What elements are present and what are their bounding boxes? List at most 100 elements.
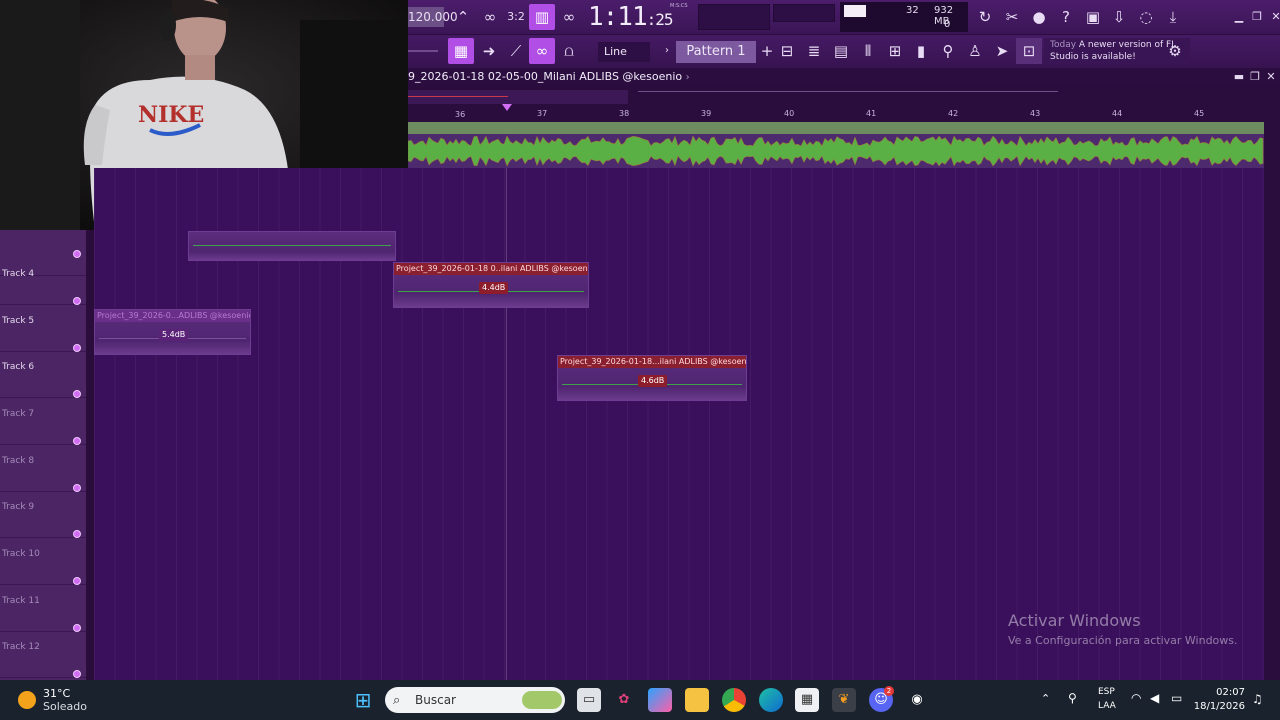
audio-clip[interactable] <box>188 231 396 261</box>
file-icon[interactable]: ▮ <box>908 38 934 64</box>
cart-icon[interactable]: ⊡ <box>1016 38 1042 64</box>
browser-icon[interactable]: ⊞ <box>882 38 908 64</box>
title-chevron-icon[interactable]: › <box>686 72 690 83</box>
chat-icon[interactable]: ◌ <box>1133 4 1159 30</box>
playhead-marker-icon[interactable] <box>502 104 512 111</box>
chrome-icon[interactable] <box>722 688 746 712</box>
obs-icon[interactable]: ◉ <box>905 688 929 712</box>
song-overview[interactable] <box>408 86 1280 106</box>
track-header[interactable]: Track 12 <box>0 632 86 678</box>
ruler-bar-label: 44 <box>1112 109 1123 118</box>
playlist-restore-icon[interactable]: ❐ <box>1248 68 1262 86</box>
link-icon[interactable]: ∞ <box>529 38 555 64</box>
mixer-icon[interactable]: ⊟ <box>774 38 800 64</box>
audio-clip[interactable]: Project_39_2026-01-18 0..ilani ADLIBS @k… <box>393 262 589 308</box>
watermark-title: Activar Windows <box>1008 611 1141 630</box>
track-header[interactable]: Track 6 <box>0 352 86 398</box>
language-top[interactable]: ESP <box>1098 687 1115 697</box>
playlist-icon[interactable]: ▦ <box>448 38 474 64</box>
track-header[interactable]: Track 8 <box>0 446 86 492</box>
magnet-icon[interactable]: ⩍ <box>556 38 582 64</box>
vertical-scrollbar[interactable] <box>1264 86 1280 680</box>
save-icon[interactable]: ▣ <box>1080 4 1106 30</box>
track-toggle-icon[interactable] <box>73 624 81 632</box>
playlist-minimize-icon[interactable]: ▬ <box>1232 68 1246 86</box>
microphone-tray-icon[interactable]: ⚲ <box>1068 691 1077 705</box>
fl-logo-icon[interactable]: ⚙ <box>1162 38 1188 64</box>
app-icon[interactable]: ✿ <box>612 688 636 712</box>
audio-clip[interactable]: Project_39_2026-0...ADLIBS @kesoenio 5.4… <box>94 309 251 355</box>
countdown-icon[interactable]: 3:2 <box>503 4 529 30</box>
piano-roll-icon[interactable]: ≣ <box>801 38 827 64</box>
track-header[interactable]: Track 4 <box>0 259 86 305</box>
tempo-tap-icon[interactable]: ➤ <box>989 38 1015 64</box>
sliders-icon[interactable]: ⫴ <box>855 38 881 64</box>
volume-icon[interactable]: ◀ <box>1150 691 1159 705</box>
track-toggle-icon[interactable] <box>73 390 81 398</box>
overview-window[interactable] <box>408 90 628 104</box>
ruler-bar-label: 39 <box>701 109 712 118</box>
fl-studio-icon[interactable]: ❦ <box>832 688 856 712</box>
loop-record-icon[interactable]: ∞ <box>556 4 582 30</box>
ruler-bar-label: 36 <box>455 110 466 119</box>
battery-icon[interactable]: ▭ <box>1171 691 1182 705</box>
track-header[interactable]: Track 10 <box>0 539 86 585</box>
chevron-up-icon[interactable]: ⌃ <box>1041 692 1050 705</box>
channel-rack-icon[interactable]: ▤ <box>828 38 854 64</box>
start-windows-icon[interactable]: ⊞ <box>351 688 375 712</box>
playlist-close-icon[interactable]: ✕ <box>1264 68 1278 86</box>
activation-watermark: Activar Windows Ve a Configuración para … <box>1008 611 1238 647</box>
copilot-icon[interactable] <box>648 688 672 712</box>
track-toggle-icon[interactable] <box>73 250 81 258</box>
track-toggle-icon[interactable] <box>73 344 81 352</box>
help-icon[interactable]: ? <box>1053 4 1079 30</box>
snap-select[interactable]: Line <box>598 42 650 62</box>
step-edit-icon[interactable]: ▥ <box>529 4 555 30</box>
time-main: 1:11 <box>588 2 648 32</box>
audio-clip[interactable]: Project_39_2026-01-18...ilani ADLIBS @ke… <box>557 355 747 401</box>
track-header[interactable]: Track 11 <box>0 586 86 632</box>
ruler-bar-label: 38 <box>619 109 630 118</box>
memory-value: 932 MB <box>934 5 954 27</box>
brush-icon[interactable]: ⟋ <box>503 38 529 64</box>
download-icon[interactable]: ⤓ <box>1160 4 1186 30</box>
track-header[interactable]: Track 7 <box>0 399 86 445</box>
track-toggle-icon[interactable] <box>73 484 81 492</box>
weather-desc[interactable]: Soleado <box>43 700 87 713</box>
track-toggle-icon[interactable] <box>73 670 81 678</box>
wifi-icon[interactable]: ◠ <box>1131 691 1141 705</box>
track-header[interactable]: Track 9 <box>0 492 86 538</box>
track-toggle-icon[interactable] <box>73 577 81 585</box>
task-view-icon[interactable]: ▭ <box>577 688 601 712</box>
weather-temp[interactable]: 31°C <box>43 687 70 700</box>
close-icon[interactable]: ✕ <box>1263 4 1280 30</box>
track-toggle-icon[interactable] <box>73 437 81 445</box>
arrow-right-icon[interactable]: ➜ <box>476 38 502 64</box>
pattern-selector[interactable]: Pattern 1 <box>676 41 756 63</box>
edge-icon[interactable] <box>759 688 783 712</box>
person-icon[interactable]: ♙ <box>962 38 988 64</box>
export-icon[interactable]: ⇩ <box>1106 4 1132 30</box>
watermark-subtitle: Ve a Configuración para activar Windows. <box>1008 634 1238 647</box>
track-label: Track 11 <box>2 596 40 606</box>
plugin-icon[interactable]: ⚲ <box>935 38 961 64</box>
metronome-icon[interactable]: ⌃ <box>450 4 476 30</box>
audio-track-lane[interactable] <box>408 122 1264 168</box>
notification-bell-icon[interactable]: ♫ <box>1252 692 1263 706</box>
cut-icon[interactable]: ✂ <box>999 4 1025 30</box>
timeline-ruler[interactable]: 36 37 38 39 40 41 42 43 44 45 <box>408 104 1280 122</box>
clock-time[interactable]: 02:07 <box>1197 687 1245 698</box>
store-icon[interactable]: ▦ <box>795 688 819 712</box>
clock-date[interactable]: 18/1/2026 <box>1190 701 1245 712</box>
weather-sun-icon[interactable] <box>18 691 36 709</box>
track-toggle-icon[interactable] <box>73 530 81 538</box>
file-explorer-icon[interactable] <box>685 688 709 712</box>
tempo-display[interactable]: 120.000 <box>408 7 458 27</box>
microphone-icon[interactable]: ● <box>1026 4 1052 30</box>
language-bottom[interactable]: LAA <box>1098 701 1116 711</box>
undo-icon[interactable]: ↻ <box>972 4 998 30</box>
track-toggle-icon[interactable] <box>73 297 81 305</box>
playlist-title-bar: 9_2026-01-18 02-05-00_Milani ADLIBS @kes… <box>408 68 1280 86</box>
track-header[interactable]: Track 5 <box>0 306 86 352</box>
wait-input-icon[interactable]: ∞ <box>477 4 503 30</box>
